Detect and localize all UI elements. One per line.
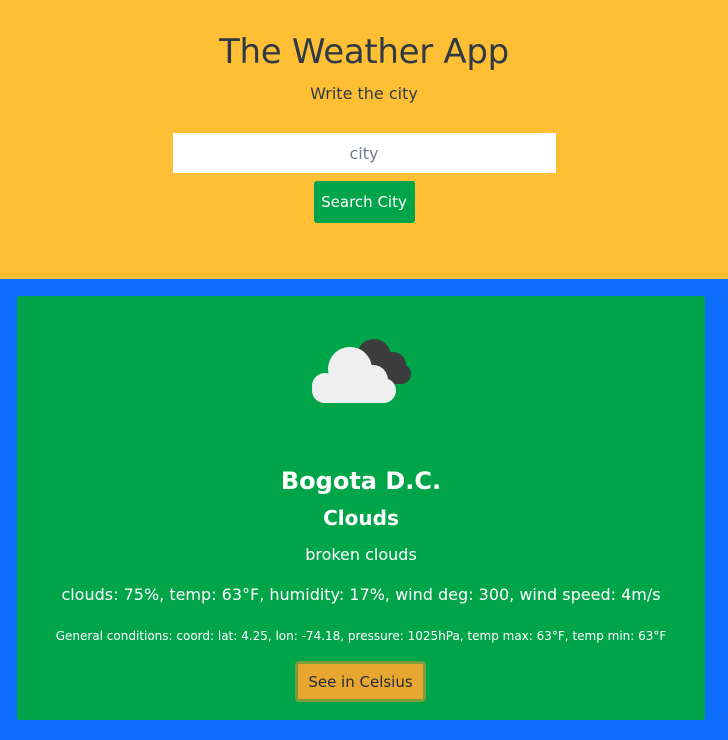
general-conditions: General conditions: coord: lat: 4.25, lo… xyxy=(55,629,667,643)
weather-main: Clouds xyxy=(323,506,399,530)
city-search-input[interactable] xyxy=(172,133,556,173)
app-title: The Weather App xyxy=(219,32,509,72)
weather-details: clouds: 75%, temp: 63°F, humidity: 17%, … xyxy=(61,585,661,604)
city-name: Bogota D.C. xyxy=(280,467,442,495)
weather-description: broken clouds xyxy=(305,545,417,564)
subtitle: Write the city xyxy=(310,84,418,103)
see-in-celsius-button[interactable]: See in Celsius xyxy=(295,661,426,702)
search-city-button[interactable]: Search City xyxy=(313,181,415,223)
broken-clouds-icon xyxy=(307,336,417,408)
weather-card: Bogota D.C. Clouds broken clouds clouds:… xyxy=(17,296,705,720)
header: The Weather App Write the city Search Ci… xyxy=(0,0,728,279)
